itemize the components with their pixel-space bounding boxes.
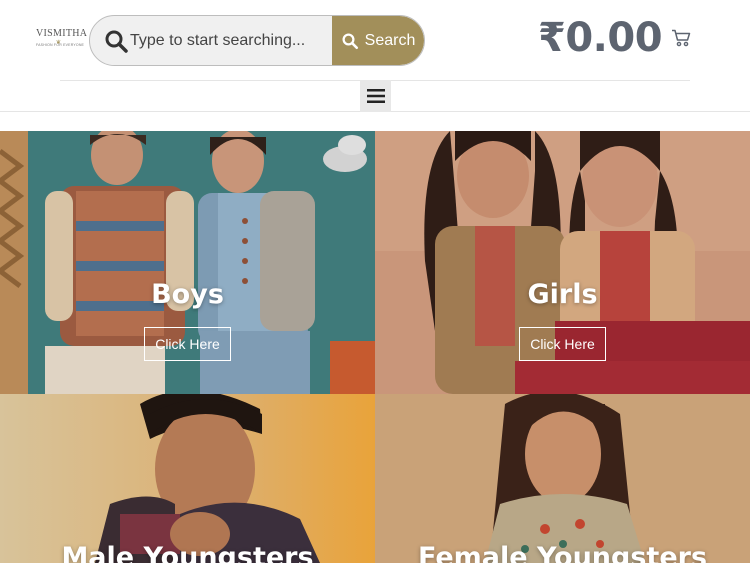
- search-button-icon: [342, 33, 358, 49]
- category-tile-male-youngsters[interactable]: Male Youngsters: [0, 394, 375, 563]
- logo-flourish-icon: ❦: [56, 40, 62, 46]
- category-title-male-youngsters: Male Youngsters: [61, 542, 314, 563]
- female-youngsters-photo: [375, 394, 750, 563]
- cart-total[interactable]: ₹0.00: [538, 15, 663, 61]
- hamburger-icon: [366, 89, 385, 103]
- site-header: VISMITHA ❦ FASHION FOR EVERYONE Search ₹…: [0, 0, 750, 81]
- category-title-boys: Boys: [151, 279, 224, 310]
- cart-icon[interactable]: [671, 29, 691, 47]
- logo-tagline: FASHION FOR EVERYONE: [36, 43, 85, 47]
- hamburger-menu-button[interactable]: [360, 80, 391, 112]
- search-icon: [105, 30, 128, 53]
- category-tile-female-youngsters[interactable]: Female Youngsters: [375, 394, 750, 563]
- male-youngsters-photo: [0, 394, 375, 563]
- search-button-label: Search: [364, 31, 416, 49]
- category-tile-boys[interactable]: Boys Click Here: [0, 131, 375, 394]
- category-title-girls: Girls: [527, 279, 598, 310]
- category-grid: Boys Click Here Girls Click Here Male Yo…: [0, 131, 750, 563]
- search-button[interactable]: Search: [332, 16, 424, 65]
- nav-bar: [0, 80, 750, 112]
- category-button-girls[interactable]: Click Here: [519, 327, 606, 361]
- search-bar: Search: [89, 15, 425, 66]
- category-tile-girls[interactable]: Girls Click Here: [375, 131, 750, 394]
- logo-wordmark: VISMITHA: [36, 28, 88, 39]
- site-logo[interactable]: VISMITHA ❦ FASHION FOR EVERYONE: [36, 28, 92, 52]
- category-title-female-youngsters: Female Youngsters: [417, 542, 708, 563]
- category-button-boys[interactable]: Click Here: [144, 327, 231, 361]
- search-input[interactable]: [130, 16, 335, 65]
